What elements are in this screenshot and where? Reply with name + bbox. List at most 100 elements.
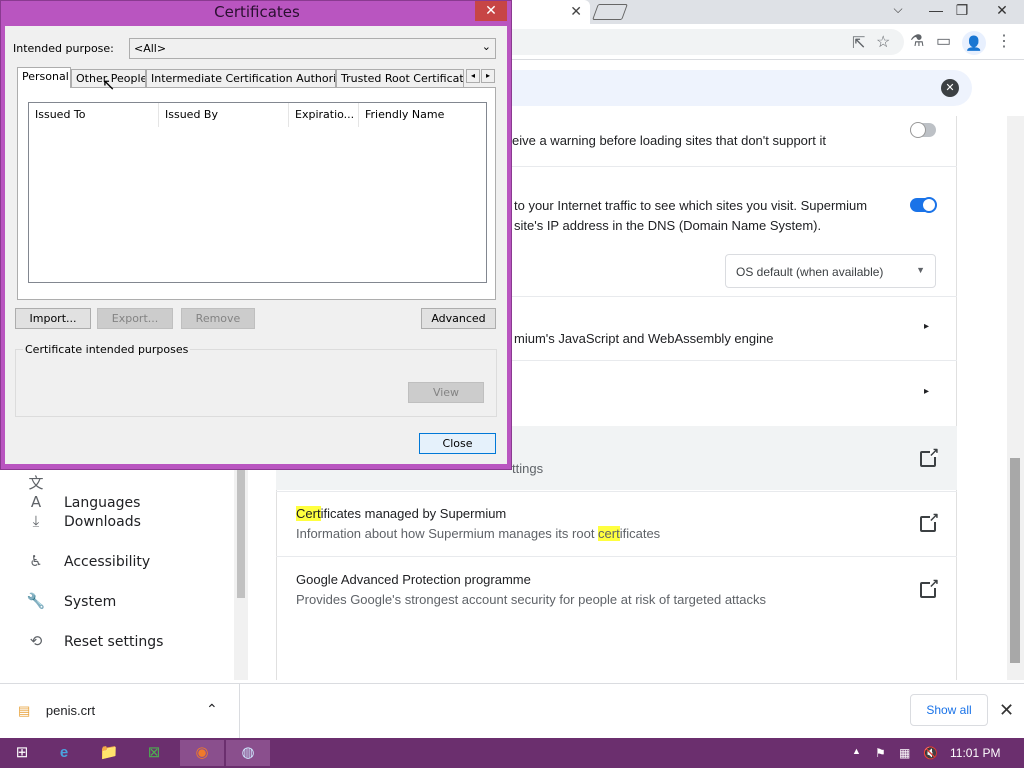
manage-certificates-sub: ttings [512,461,544,476]
close-shelf-icon[interactable]: ✕ [999,700,1014,721]
external-link-icon[interactable] [920,510,939,532]
taskbar-clock[interactable]: 11:01 PM [950,746,1000,760]
tray-expand-icon[interactable]: ▲ [852,746,861,756]
certificates-managed-title[interactable]: Certificates managed by Supermium [296,506,506,521]
sidebar-item-languages[interactable]: 文A Languages [24,472,140,511]
view-button[interactable]: View [408,382,484,403]
certificate-file-icon: ▤ [18,703,31,718]
tab-personal[interactable]: Personal [17,67,71,88]
bookmark-star-icon[interactable]: ☆ [876,32,890,52]
https-first-description: eive a warning before loading sites that… [512,133,826,148]
search-clear-icon[interactable]: ✕ [941,79,959,97]
intended-purposes-label: Certificate intended purposes [23,343,191,356]
share-icon[interactable]: ⇱ [852,33,865,53]
sidebar-item-downloads[interactable]: ⤓ Downloads [24,512,141,530]
maximize-button[interactable]: ❐ [948,2,976,19]
certificates-managed-sub: Information about how Supermium manages … [296,526,660,541]
column-issued-by[interactable]: Issued By [159,103,289,127]
download-filename: penis.crt [45,703,96,718]
tab-scroll-left-icon[interactable]: ◂ [466,69,480,83]
profile-avatar[interactable]: 👤 [962,31,986,55]
secure-dns-description-2: site's IP address in the DNS (Domain Nam… [514,218,822,233]
tab-search-icon[interactable]: ⌵ [884,2,912,17]
download-item[interactable]: ▤ penis.crt ⌃ [18,701,218,719]
tab-scroll-right-icon[interactable]: ▸ [481,69,495,83]
file-explorer-icon[interactable]: 📁 [87,740,131,766]
intended-purpose-label: Intended purpose: [13,42,114,55]
volume-muted-icon[interactable]: 🔇 [923,746,938,760]
sidebar-item-accessibility[interactable]: ♿ Accessibility [24,552,150,570]
menu-icon[interactable]: ⋮ [996,31,1012,51]
divider [276,556,957,557]
mouse-cursor-icon: ↖ [102,77,116,94]
download-icon: ⤓ [32,512,40,530]
title-rest: ificates managed by Supermium [320,506,507,521]
sidebar-item-label: Downloads [64,514,141,530]
chevron-down-icon: ⌄ [481,40,491,53]
network-icon[interactable]: ▦ [899,746,910,760]
https-first-toggle[interactable] [910,122,936,138]
dialog-body: Intended purpose: <All> ⌄ Personal Other… [5,26,507,464]
tab-close-icon[interactable]: ✕ [570,3,582,20]
chevron-right-icon[interactable]: ▸ [924,386,929,397]
languages-icon: 文A [28,474,44,511]
window-close-button[interactable]: ✕ [988,2,1016,19]
remove-button[interactable]: Remove [181,308,255,329]
divider [239,684,240,739]
advanced-button[interactable]: Advanced [421,308,496,329]
sidebar-item-reset[interactable]: ⟲ Reset settings [24,632,164,650]
browser-tab[interactable]: ✕ [512,0,590,24]
page-scrollbar-thumb[interactable] [1010,458,1020,663]
advanced-protection-title[interactable]: Google Advanced Protection programme [296,572,531,587]
internet-explorer-icon[interactable]: e [42,740,86,766]
address-bar[interactable]: ⇱ ☆ [512,29,904,55]
download-shelf: ▤ penis.crt ⌃ Show all ✕ [0,683,1024,739]
advanced-protection-sub: Provides Google's strongest account secu… [296,592,766,607]
close-button[interactable]: Close [419,433,496,454]
show-all-button[interactable]: Show all [910,694,988,726]
sub-part: ificates [619,526,661,541]
dialog-close-icon[interactable]: ✕ [475,1,507,21]
column-expiration[interactable]: Expiratio... [289,103,359,127]
sub-part: Information about how Supermium manages … [296,526,599,541]
column-issued-to[interactable]: Issued To [29,103,159,127]
tab-trusted-root-cas[interactable]: Trusted Root Certification [336,69,464,87]
sidebar-item-label: Languages [64,495,141,511]
reset-icon: ⟲ [29,632,43,650]
sidebar-item-label: Accessibility [64,554,151,570]
sidebar-item-label: Reset settings [64,634,164,650]
chevron-right-icon[interactable]: ▸ [924,321,929,332]
import-button[interactable]: Import... [15,308,91,329]
external-link-icon[interactable] [920,445,939,467]
divider [276,491,957,492]
new-tab-button[interactable] [592,4,628,20]
certificate-list[interactable]: Issued To Issued By Expiratio... Friendl… [28,102,487,283]
minimize-button[interactable]: — [922,2,950,18]
labs-icon[interactable]: ⚗ [910,31,924,51]
side-panel-icon[interactable]: ▭ [936,31,951,51]
dns-provider-value: OS default (when available) [736,265,884,279]
external-link-icon[interactable] [920,576,939,598]
intended-purpose-value: <All> [134,42,167,55]
dns-provider-select[interactable]: OS default (when available) ▼ [725,254,936,288]
column-friendly-name[interactable]: Friendly Name [359,103,487,127]
action-center-flag-icon[interactable]: ⚑ [875,746,886,760]
intended-purpose-select[interactable]: <All> ⌄ [129,38,496,59]
tab-intermediate-cas[interactable]: Intermediate Certification Authorities [146,69,336,87]
sidebar-scrollbar[interactable] [234,470,248,680]
secure-dns-toggle[interactable] [910,197,937,213]
windows-taskbar: ⊞ e 📁 ⊠ ◉ ◍ ▲ ⚑ ▦ 🔇 11:01 PM [0,738,1024,768]
start-button-icon[interactable]: ⊞ [0,740,44,766]
secure-dns-description: to your Internet traffic to see which si… [514,198,868,213]
settings-search-bar[interactable] [512,70,972,106]
spreadsheet-app-icon[interactable]: ⊠ [132,740,176,766]
v8-security-description: mium's JavaScript and WebAssembly engine [514,331,774,346]
sidebar-scrollbar-thumb[interactable] [237,470,245,598]
sidebar-item-system[interactable]: 🔧 System [24,592,117,610]
certificate-manager-app-icon[interactable]: ◍ [226,740,270,766]
dialog-title: Certificates [214,3,300,21]
export-button[interactable]: Export... [97,308,173,329]
certificates-dialog: Certificates ✕ Intended purpose: <All> ⌄… [0,0,512,470]
browser-app-icon[interactable]: ◉ [180,740,224,766]
chevron-up-icon[interactable]: ⌃ [206,701,218,718]
